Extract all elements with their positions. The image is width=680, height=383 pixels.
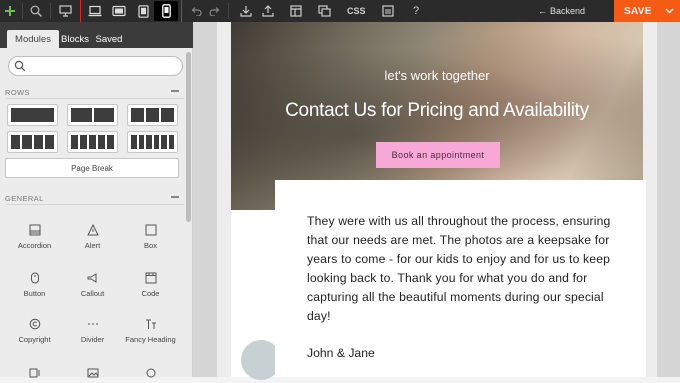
phone-icon[interactable] [155, 0, 177, 22]
testimonial-signature: John & Jane [307, 346, 375, 360]
copyright-icon [7, 312, 62, 330]
search-icon [14, 60, 26, 72]
laptop-icon[interactable] [84, 0, 106, 22]
code-icon[interactable] [378, 0, 398, 22]
module-code[interactable]: Code [123, 266, 178, 298]
module-box[interactable]: Box [123, 218, 178, 250]
backend-label: Backend [550, 6, 586, 16]
testimonial-card[interactable]: They were with us all throughout the pro… [275, 180, 646, 377]
module-label: Alert [84, 241, 101, 250]
module-label: Accordion [17, 241, 52, 250]
tab-modules[interactable]: Modules [7, 30, 59, 48]
module-partial-1[interactable] [7, 360, 62, 383]
css-button[interactable]: CSS [347, 0, 366, 22]
row-2-columns[interactable] [67, 104, 118, 126]
collapse-rows-icon[interactable] [171, 90, 179, 92]
import-icon[interactable] [236, 0, 256, 22]
row-1-column[interactable] [7, 104, 58, 126]
tab-saved[interactable]: Saved [94, 30, 124, 48]
callout-icon [65, 266, 120, 284]
alert-icon [65, 218, 120, 236]
module-search-input[interactable] [8, 56, 183, 76]
zoom-icon[interactable] [26, 0, 46, 22]
help-icon[interactable]: ? [406, 0, 426, 22]
arrow-left-icon: ← [538, 6, 547, 16]
editor-canvas: let's work together Contact Us for Prici… [193, 22, 680, 380]
export-icon[interactable] [258, 0, 278, 22]
divider-icon [65, 312, 120, 330]
book-appointment-button[interactable]: Book an appointment [376, 142, 500, 168]
save-label: SAVE [624, 5, 652, 17]
module-alert[interactable]: Alert [65, 218, 120, 250]
module-label: Code [141, 289, 160, 298]
module-label: Box [144, 241, 157, 250]
row-6-columns[interactable] [127, 131, 178, 153]
backend-link[interactable]: ← Backend [538, 0, 585, 22]
save-button[interactable]: SAVE [614, 0, 680, 22]
redo-icon[interactable] [206, 0, 222, 22]
module-button[interactable]: Button [7, 266, 62, 298]
desktop-icon[interactable] [54, 0, 76, 22]
testimonial-text: They were with us all throughout the pro… [307, 214, 611, 323]
code-icon [123, 266, 178, 284]
module-partial-2[interactable] [65, 360, 120, 383]
module-fancy-heading[interactable]: Fancy Heading [123, 312, 178, 344]
page-break-button[interactable]: Page Break [5, 158, 179, 178]
sidebar-scrollbar[interactable] [186, 52, 191, 222]
module-label: Callout [80, 289, 105, 298]
circle-icon [123, 360, 178, 378]
layout-icon[interactable] [286, 0, 306, 22]
row-3-columns[interactable] [127, 104, 178, 126]
row-5-columns[interactable] [67, 131, 118, 153]
top-toolbar: CSS ? ← Backend SAVE [0, 0, 680, 30]
email-page: let's work together Contact Us for Prici… [217, 22, 657, 380]
image-icon [65, 360, 120, 378]
plus-icon[interactable] [0, 0, 20, 22]
fancy-heading-icon [123, 312, 178, 330]
box-icon [123, 218, 178, 236]
button-icon [7, 266, 62, 284]
tablet-icon[interactable] [132, 0, 154, 22]
module-accordion[interactable]: Accordion [7, 218, 62, 250]
module-copyright[interactable]: Copyright [7, 312, 62, 344]
page-left-margin [217, 22, 231, 377]
chevron-down-icon[interactable] [665, 6, 674, 15]
module-label: Fancy Heading [125, 335, 176, 344]
module-label: Divider [80, 335, 105, 344]
rows-heading: ROWS [5, 88, 30, 97]
sidebar-tabs: Modules Blocks Saved [0, 22, 193, 48]
module-partial-3[interactable] [123, 360, 178, 383]
tab-blocks[interactable]: Blocks [60, 30, 90, 48]
undo-icon[interactable] [188, 0, 204, 22]
duplicate-icon[interactable] [314, 0, 334, 22]
module-callout[interactable]: Callout [65, 266, 120, 298]
tablet-landscape-icon[interactable] [108, 0, 130, 22]
module-divider[interactable]: Divider [65, 312, 120, 344]
row-4-columns[interactable] [7, 131, 58, 153]
collapse-general-icon[interactable] [171, 196, 179, 198]
accordion-icon [7, 218, 62, 236]
modules-sidebar: Modules Blocks Saved ROWS Page Break GEN… [0, 22, 193, 378]
hero-title: Contact Us for Pricing and Availability [285, 100, 589, 121]
image-box-icon [7, 360, 62, 378]
module-label: Button [23, 289, 46, 298]
module-label: Copyright [18, 335, 51, 344]
general-heading: GENERAL [5, 194, 44, 203]
hero-subtitle: let's work together [384, 68, 490, 83]
